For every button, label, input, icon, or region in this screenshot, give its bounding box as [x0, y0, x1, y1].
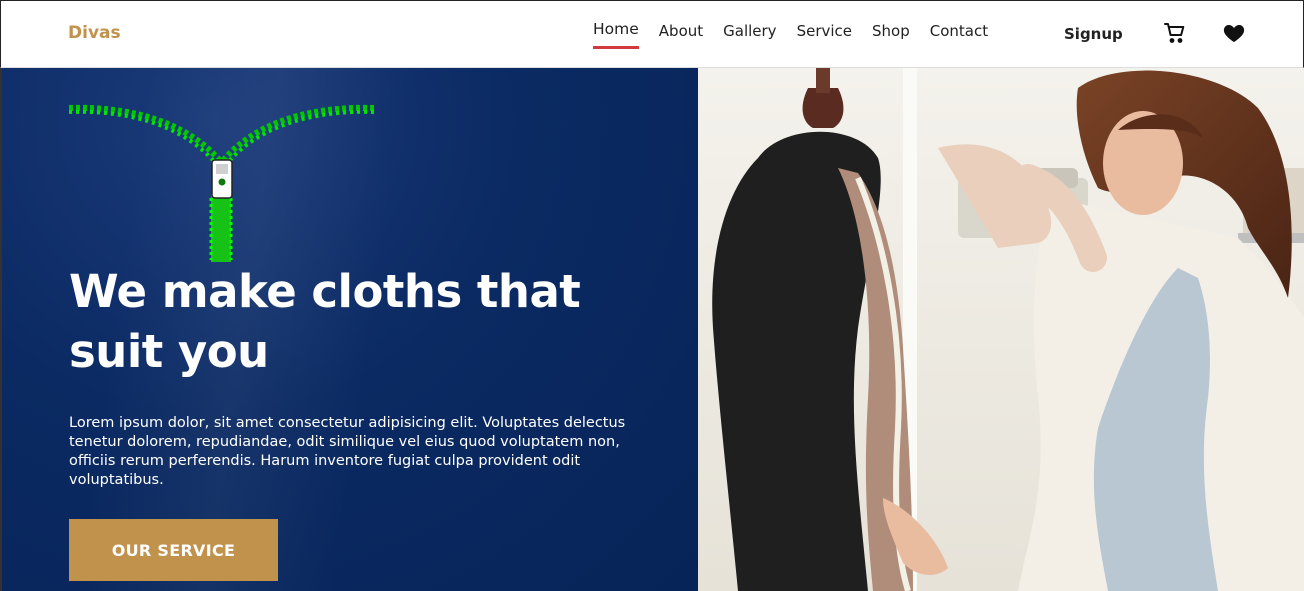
nav-link-about[interactable]: About	[659, 22, 703, 48]
nav-link-home[interactable]: Home	[593, 20, 639, 49]
zipper-icon	[68, 104, 375, 262]
nav-link-gallery[interactable]: Gallery	[723, 22, 776, 48]
hero-section: We make cloths that suit you Lorem ipsum…	[0, 68, 1304, 591]
nav-link-shop[interactable]: Shop	[872, 22, 910, 48]
signup-link[interactable]: Signup	[1064, 25, 1123, 43]
heart-icon[interactable]	[1222, 21, 1246, 45]
hero-headline: We make cloths that suit you	[69, 265, 581, 378]
our-service-button[interactable]: OUR SERVICE	[69, 519, 278, 581]
nav-link-contact[interactable]: Contact	[930, 22, 988, 48]
navbar: Divas Home About Gallery Service Shop Co…	[0, 0, 1304, 68]
hero-text-panel: We make cloths that suit you Lorem ipsum…	[0, 68, 698, 591]
nav-link-service[interactable]: Service	[797, 22, 852, 48]
tailor-with-mannequin-photo	[698, 68, 1304, 591]
brand-logo[interactable]: Divas	[68, 23, 121, 43]
cart-icon[interactable]	[1163, 21, 1187, 45]
main-nav: Home About Gallery Service Shop Contact	[593, 20, 1008, 49]
hero-description: Lorem ipsum dolor, sit amet consectetur …	[69, 415, 626, 488]
